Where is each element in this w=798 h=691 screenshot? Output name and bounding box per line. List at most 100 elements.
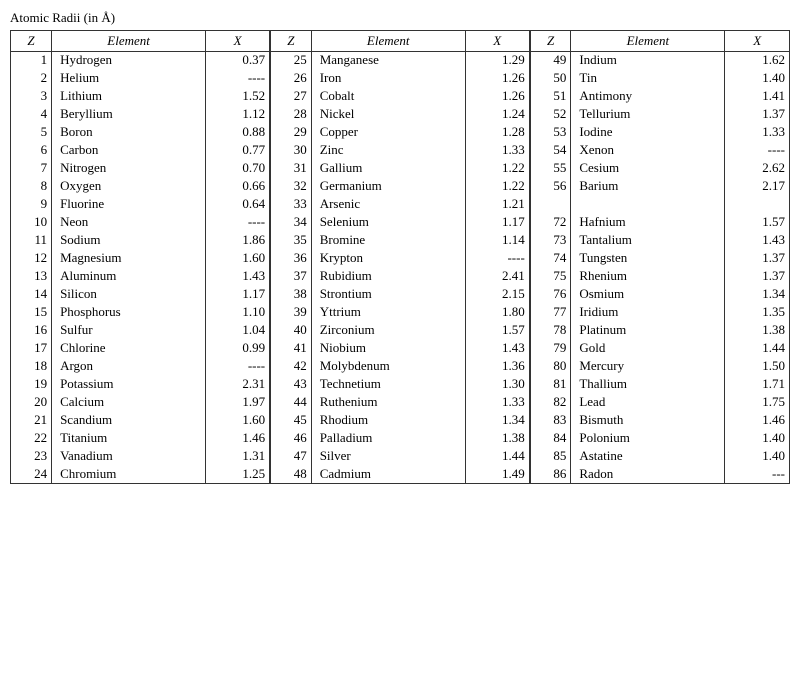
table-row: 4Beryllium1.1228Nickel1.2452Tellurium1.3… [11, 106, 790, 124]
cell: Helium [52, 70, 206, 88]
cell: Nitrogen [52, 160, 206, 178]
cell: Sulfur [52, 322, 206, 340]
cell: Molybdenum [311, 358, 465, 376]
cell: 1.26 [465, 88, 530, 106]
cell: Tantalium [571, 232, 725, 250]
cell: 1.80 [465, 304, 530, 322]
cell: 0.64 [206, 196, 271, 214]
cell: ---- [206, 70, 271, 88]
cell: 1.33 [725, 124, 790, 142]
cell: 55 [530, 160, 571, 178]
cell: Sodium [52, 232, 206, 250]
header-z2: Z [270, 31, 311, 52]
cell: 1.49 [465, 466, 530, 484]
cell: Boron [52, 124, 206, 142]
cell: 1.04 [206, 322, 271, 340]
cell: 21 [11, 412, 52, 430]
cell: 76 [530, 286, 571, 304]
cell: Vanadium [52, 448, 206, 466]
cell: ---- [465, 250, 530, 268]
table-row: 20Calcium1.9744Ruthenium1.3382Lead1.75 [11, 394, 790, 412]
cell: 51 [530, 88, 571, 106]
cell: 1.34 [725, 286, 790, 304]
cell: Lead [571, 394, 725, 412]
cell: 27 [270, 88, 311, 106]
cell: Neon [52, 214, 206, 232]
cell: Barium [571, 178, 725, 196]
cell: 54 [530, 142, 571, 160]
table-row: 12Magnesium1.6036Krypton----74Tungsten1.… [11, 250, 790, 268]
cell: 1.10 [206, 304, 271, 322]
cell: Arsenic [311, 196, 465, 214]
cell: 11 [11, 232, 52, 250]
cell: 2.17 [725, 178, 790, 196]
cell: Germanium [311, 178, 465, 196]
cell: Iron [311, 70, 465, 88]
cell: 1 [11, 52, 52, 70]
cell [571, 196, 725, 214]
cell: Tungsten [571, 250, 725, 268]
cell: 1.60 [206, 250, 271, 268]
table-row: 3Lithium1.5227Cobalt1.2651Antimony1.41 [11, 88, 790, 106]
cell: 1.33 [465, 394, 530, 412]
header-x1: X [206, 31, 271, 52]
cell: 28 [270, 106, 311, 124]
cell: 1.30 [465, 376, 530, 394]
cell: 39 [270, 304, 311, 322]
cell: 49 [530, 52, 571, 70]
cell: Tellurium [571, 106, 725, 124]
cell: 1.26 [465, 70, 530, 88]
table-row: 13Aluminum1.4337Rubidium2.4175Rhenium1.3… [11, 268, 790, 286]
cell: 30 [270, 142, 311, 160]
cell: 1.62 [725, 52, 790, 70]
cell: 37 [270, 268, 311, 286]
cell: 1.40 [725, 448, 790, 466]
cell: Rhodium [311, 412, 465, 430]
cell: 48 [270, 466, 311, 484]
cell: Astatine [571, 448, 725, 466]
cell: 19 [11, 376, 52, 394]
cell: 46 [270, 430, 311, 448]
cell: 0.66 [206, 178, 271, 196]
header-x3: X [725, 31, 790, 52]
cell: --- [725, 466, 790, 484]
cell: 80 [530, 358, 571, 376]
header-x2: X [465, 31, 530, 52]
cell: Copper [311, 124, 465, 142]
cell: ---- [206, 358, 271, 376]
cell: 35 [270, 232, 311, 250]
cell: 41 [270, 340, 311, 358]
cell: Scandium [52, 412, 206, 430]
cell: Krypton [311, 250, 465, 268]
cell: Iodine [571, 124, 725, 142]
cell: 1.38 [725, 322, 790, 340]
cell: Platinum [571, 322, 725, 340]
cell: 8 [11, 178, 52, 196]
table-row: 7Nitrogen0.7031Gallium1.2255Cesium2.62 [11, 160, 790, 178]
header-el3: Element [571, 31, 725, 52]
cell: 1.44 [465, 448, 530, 466]
cell: 1.44 [725, 340, 790, 358]
cell: 1.52 [206, 88, 271, 106]
table-row: 19Potassium2.3143Technetium1.3081Thalliu… [11, 376, 790, 394]
cell: 72 [530, 214, 571, 232]
cell: 52 [530, 106, 571, 124]
cell: Cesium [571, 160, 725, 178]
cell: 23 [11, 448, 52, 466]
cell: 32 [270, 178, 311, 196]
table-row: 14Silicon1.1738Strontium2.1576Osmium1.34 [11, 286, 790, 304]
cell: 44 [270, 394, 311, 412]
table-row: 21Scandium1.6045Rhodium1.3483Bismuth1.46 [11, 412, 790, 430]
table-row: 24Chromium1.2548Cadmium1.4986Radon--- [11, 466, 790, 484]
cell: 1.22 [465, 160, 530, 178]
cell: 82 [530, 394, 571, 412]
cell: Hafnium [571, 214, 725, 232]
cell: 40 [270, 322, 311, 340]
cell: 1.40 [725, 70, 790, 88]
cell: 16 [11, 322, 52, 340]
cell: Beryllium [52, 106, 206, 124]
cell: Yttrium [311, 304, 465, 322]
cell: 25 [270, 52, 311, 70]
cell: Zirconium [311, 322, 465, 340]
cell: 38 [270, 286, 311, 304]
